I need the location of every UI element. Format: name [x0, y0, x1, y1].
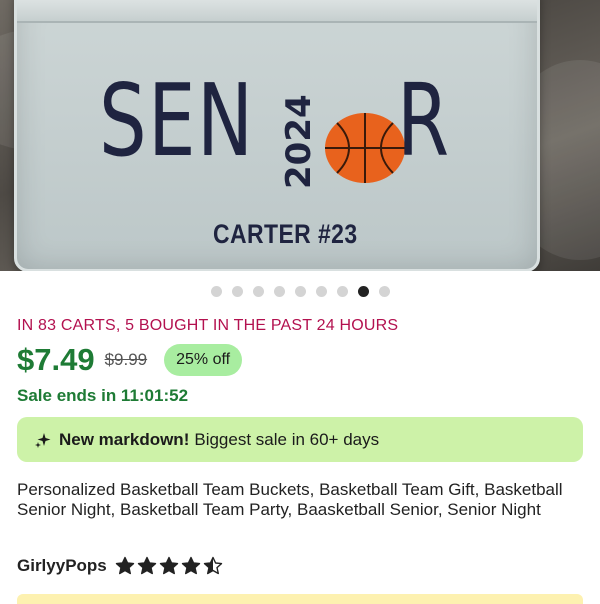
carousel-dot[interactable] — [315, 286, 327, 297]
carousel-dot[interactable] — [294, 286, 306, 297]
carousel-dot[interactable] — [273, 286, 285, 297]
markdown-text: Biggest sale in 60+ days — [194, 429, 380, 449]
listing-title[interactable]: Personalized Basketball Team Buckets, Ba… — [17, 480, 583, 520]
product-image[interactable]: SEN 2024 R CARTER #23 — [0, 0, 600, 271]
carousel-dot[interactable] — [210, 286, 222, 297]
markdown-banner: New markdown! Biggest sale in 60+ days — [17, 417, 583, 462]
carousel-dot[interactable] — [336, 286, 348, 297]
carousel-dot[interactable] — [378, 286, 390, 297]
star-full-icon — [159, 556, 178, 575]
bucket-word-left: SEN — [99, 62, 255, 179]
price-row: $7.49 $9.99 25% off — [17, 342, 243, 378]
bucket-name: CARTER #23 — [213, 219, 358, 249]
sale-countdown: Sale ends in 11:01:52 — [17, 386, 189, 405]
markdown-bold-text: New markdown! — [59, 429, 190, 449]
discount-badge: 25% off — [164, 344, 243, 376]
carousel-dot[interactable] — [357, 286, 369, 297]
bucket-word-right: R — [397, 62, 451, 179]
rating-stars[interactable] — [115, 556, 223, 576]
star-full-icon — [137, 556, 156, 575]
sale-price: $7.49 — [17, 342, 95, 377]
bucket-rim — [17, 0, 537, 23]
seller-name[interactable]: GirlyyPops — [17, 556, 107, 576]
bucket-year: 2024 — [279, 94, 319, 189]
carousel-dot[interactable] — [252, 286, 264, 297]
star-half-icon — [203, 556, 222, 575]
carousel-dots — [0, 286, 600, 297]
bucket-graphic: SEN 2024 R CARTER #23 — [14, 0, 540, 271]
carousel-dot[interactable] — [231, 286, 243, 297]
cart-notice: IN 83 CARTS, 5 BOUGHT IN THE PAST 24 HOU… — [17, 317, 399, 334]
star-full-icon — [181, 556, 200, 575]
original-price: $9.99 — [104, 350, 148, 369]
star-full-icon — [115, 556, 134, 575]
seller-row[interactable]: GirlyyPops — [17, 556, 223, 576]
sparkle-icon — [35, 432, 51, 448]
basketball-icon — [325, 113, 405, 183]
bottom-banner — [17, 594, 583, 604]
